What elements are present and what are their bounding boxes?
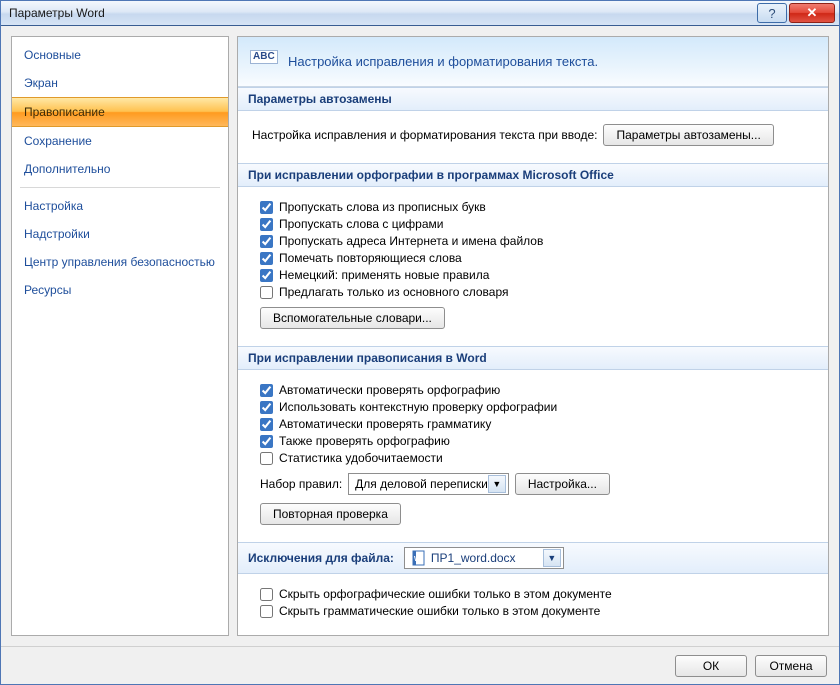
sidebar-item-resources[interactable]: Ресурсы — [12, 276, 228, 304]
proofing-icon: ABC — [250, 48, 278, 76]
section-autocorrect-body: Настройка исправления и форматирования т… — [238, 111, 828, 163]
exceptions-file-name: ПР1_word.docx — [431, 551, 543, 565]
check-auto-spell-label: Автоматически проверять орфографию — [279, 383, 500, 397]
check-german-label: Немецкий: применять новые правила — [279, 268, 489, 282]
cancel-button[interactable]: Отмена — [755, 655, 827, 677]
word-doc-icon: W — [411, 550, 427, 566]
section-spell-office-body: Пропускать слова из прописных букв Пропу… — [238, 187, 828, 346]
chevron-down-icon: ▼ — [543, 549, 561, 567]
check-auto-grammar-label: Автоматически проверять грамматику — [279, 417, 491, 431]
page-header: ABC Настройка исправления и форматирован… — [238, 37, 828, 87]
check-also-spell[interactable] — [260, 435, 273, 448]
check-uppercase[interactable] — [260, 201, 273, 214]
section-spell-word-body: Автоматически проверять орфографию Испол… — [238, 370, 828, 542]
ruleset-value: Для деловой переписки — [355, 477, 488, 491]
sidebar-item-proofing[interactable]: Правописание — [12, 97, 228, 127]
content-pane: ABC Настройка исправления и форматирован… — [237, 36, 829, 636]
check-german[interactable] — [260, 269, 273, 282]
sidebar-divider-1 — [20, 187, 220, 188]
page-title: Настройка исправления и форматирования т… — [288, 54, 598, 69]
check-readability-label: Статистика удобочитаемости — [279, 451, 443, 465]
ruleset-label: Набор правил: — [260, 477, 342, 491]
sidebar-item-save[interactable]: Сохранение — [12, 127, 228, 155]
check-main-dict-label: Предлагать только из основного словаря — [279, 285, 508, 299]
check-auto-grammar[interactable] — [260, 418, 273, 431]
check-repeated-label: Помечать повторяющиеся слова — [279, 251, 462, 265]
check-urls[interactable] — [260, 235, 273, 248]
sidebar-item-general[interactable]: Основные — [12, 41, 228, 69]
sidebar-item-advanced[interactable]: Дополнительно — [12, 155, 228, 183]
chevron-down-icon: ▼ — [488, 475, 506, 493]
custom-dictionaries-button[interactable]: Вспомогательные словари... — [260, 307, 445, 329]
check-hide-grammar[interactable] — [260, 605, 273, 618]
dialog-footer: ОК Отмена — [1, 646, 839, 684]
category-sidebar: Основные Экран Правописание Сохранение Д… — [11, 36, 229, 636]
options-dialog: Параметры Word ? ✕ Основные Экран Правоп… — [0, 0, 840, 685]
recheck-button[interactable]: Повторная проверка — [260, 503, 401, 525]
check-main-dict[interactable] — [260, 286, 273, 299]
dialog-body: Основные Экран Правописание Сохранение Д… — [1, 26, 839, 646]
exceptions-file-combo[interactable]: W ПР1_word.docx ▼ — [404, 547, 564, 569]
check-auto-spell[interactable] — [260, 384, 273, 397]
help-button[interactable]: ? — [757, 3, 787, 23]
check-hide-spell[interactable] — [260, 588, 273, 601]
titlebar[interactable]: Параметры Word ? ✕ — [1, 1, 839, 26]
sidebar-item-trust-center[interactable]: Центр управления безопасностью — [12, 248, 228, 276]
check-numbers[interactable] — [260, 218, 273, 231]
sidebar-item-addins[interactable]: Надстройки — [12, 220, 228, 248]
ok-button[interactable]: ОК — [675, 655, 747, 677]
window-title: Параметры Word — [9, 6, 755, 20]
titlebar-buttons: ? ✕ — [755, 3, 835, 23]
sidebar-item-customize[interactable]: Настройка — [12, 192, 228, 220]
check-hide-grammar-label: Скрыть грамматические ошибки только в эт… — [279, 604, 600, 618]
check-uppercase-label: Пропускать слова из прописных букв — [279, 200, 486, 214]
check-urls-label: Пропускать адреса Интернета и имена файл… — [279, 234, 543, 248]
section-spell-office-header: При исправлении орфографии в программах … — [238, 163, 828, 187]
exceptions-title: Исключения для файла: — [248, 551, 394, 565]
check-also-spell-label: Также проверять орфографию — [279, 434, 450, 448]
ruleset-combo[interactable]: Для деловой переписки ▼ — [348, 473, 509, 495]
autocorrect-options-button[interactable]: Параметры автозамены... — [603, 124, 773, 146]
sidebar-item-display[interactable]: Экран — [12, 69, 228, 97]
section-autocorrect-header: Параметры автозамены — [238, 87, 828, 111]
check-readability[interactable] — [260, 452, 273, 465]
section-spell-word-header: При исправлении правописания в Word — [238, 346, 828, 370]
svg-text:W: W — [414, 556, 421, 563]
section-exceptions-header: Исключения для файла: W ПР1_word.docx ▼ — [238, 542, 828, 574]
close-button[interactable]: ✕ — [789, 3, 835, 23]
autocorrect-desc: Настройка исправления и форматирования т… — [252, 128, 597, 142]
section-exceptions-body: Скрыть орфографические ошибки только в э… — [238, 574, 828, 635]
check-numbers-label: Пропускать слова с цифрами — [279, 217, 443, 231]
grammar-settings-button[interactable]: Настройка... — [515, 473, 610, 495]
check-hide-spell-label: Скрыть орфографические ошибки только в э… — [279, 587, 612, 601]
check-repeated[interactable] — [260, 252, 273, 265]
check-context-spell-label: Использовать контекстную проверку орфогр… — [279, 400, 557, 414]
check-context-spell[interactable] — [260, 401, 273, 414]
